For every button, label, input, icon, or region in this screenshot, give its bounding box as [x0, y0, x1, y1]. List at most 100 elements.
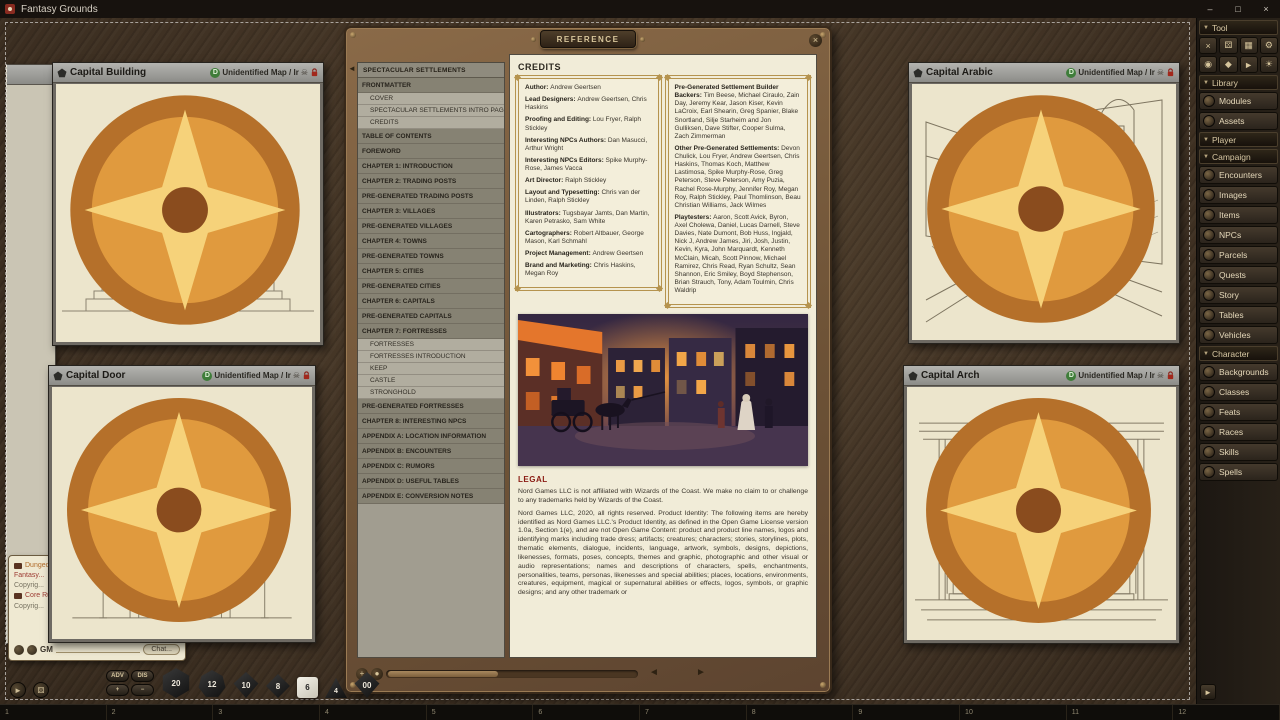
prev-page-button[interactable]: ◄ [649, 667, 659, 678]
nav-item-appendix-d-useful-tables[interactable]: APPENDIX D: USEFUL TABLES [358, 474, 504, 489]
sidebar-item-encounters[interactable]: Encounters [1199, 166, 1278, 184]
nav-item-chapter-8-interesting-npcs[interactable]: CHAPTER 8: INTERESTING NPCS [358, 414, 504, 429]
close-button[interactable]: × [1252, 0, 1280, 18]
sidebar-header-character[interactable]: ▼Character [1199, 346, 1278, 361]
nav-item-chapter-5-cities[interactable]: CHAPTER 5: CITIES [358, 264, 504, 279]
hotbar-slot-7[interactable]: 7 [640, 705, 747, 720]
sidebar-header-campaign[interactable]: ▼Campaign [1199, 149, 1278, 164]
sidebar-item-spells[interactable]: Spells [1199, 463, 1278, 481]
next-page-button[interactable]: ► [696, 667, 706, 678]
sidebar-collapse-button[interactable]: ► [1200, 684, 1216, 700]
sidebar-item-images[interactable]: Images [1199, 186, 1278, 204]
sidebar-item-classes[interactable]: Classes [1199, 383, 1278, 401]
nav-item-fortresses[interactable]: FORTRESSES [358, 339, 504, 351]
close-all-icon[interactable]: × [1199, 37, 1217, 54]
hotbar-slot-4[interactable]: 4 [320, 705, 427, 720]
map-canvas-capital-building[interactable] [56, 84, 320, 342]
nav-item-pre-generated-villages[interactable]: PRE-GENERATED VILLAGES [358, 219, 504, 234]
lock-icon[interactable] [1166, 371, 1175, 380]
nav-item-fortresses-introduction[interactable]: FORTRESSES INTRODUCTION [358, 351, 504, 363]
hotbar-slot-1[interactable]: 1 [0, 705, 107, 720]
nav-item-chapter-2-trading-posts[interactable]: CHAPTER 2: TRADING POSTS [358, 174, 504, 189]
modifier-button-dis[interactable]: DIS [131, 670, 154, 682]
nav-item-foreword[interactable]: FOREWORD [358, 144, 504, 159]
sidebar-item-modules[interactable]: Modules [1199, 92, 1278, 110]
d4-die[interactable]: 4 [325, 678, 347, 698]
hotbar-slot-8[interactable]: 8 [747, 705, 854, 720]
map-window-titlebar[interactable]: Capital Door D Unidentified Map / Ir ☠ [49, 366, 315, 386]
chat-mode-pill[interactable]: Chat... [143, 644, 180, 655]
modifier-button-[interactable]: − [131, 684, 154, 696]
sidebar-item-vehicles[interactable]: Vehicles [1199, 326, 1278, 344]
nav-item-chapter-4-towns[interactable]: CHAPTER 4: TOWNS [358, 234, 504, 249]
nav-item-pre-generated-cities[interactable]: PRE-GENERATED CITIES [358, 279, 504, 294]
reference-window[interactable]: REFERENCE × ◄ SPECTACULAR SETTLEMENTS FR… [344, 26, 832, 694]
hotbar-slot-11[interactable]: 11 [1067, 705, 1174, 720]
pointer-icon[interactable]: ► [1240, 56, 1258, 73]
chat-bubble-icon[interactable] [14, 645, 24, 655]
lock-icon[interactable] [310, 68, 319, 77]
map-window-capital-arabic[interactable]: Capital Arabic D Unidentified Map / Ir ☠ [908, 62, 1180, 344]
calendar-icon[interactable]: ▦ [1240, 37, 1258, 54]
hotbar-slot-6[interactable]: 6 [533, 705, 640, 720]
whisper-icon[interactable] [27, 645, 37, 655]
nav-item-frontmatter[interactable]: FRONTMATTER [358, 78, 504, 93]
nav-item-chapter-6-capitals[interactable]: CHAPTER 6: CAPITALS [358, 294, 504, 309]
nav-item-castle[interactable]: CASTLE [358, 375, 504, 387]
nav-collapse-button[interactable]: ◄ [348, 64, 356, 73]
hotbar-slot-12[interactable]: 12 [1173, 705, 1280, 720]
nav-item-chapter-3-villages[interactable]: CHAPTER 3: VILLAGES [358, 204, 504, 219]
map-canvas-capital-arabic[interactable] [912, 84, 1176, 340]
horizontal-scrollbar[interactable] [386, 670, 638, 678]
sidebar-item-races[interactable]: Races [1199, 423, 1278, 441]
nav-item-cover[interactable]: COVER [358, 93, 504, 105]
sidebar-item-skills[interactable]: Skills [1199, 443, 1278, 461]
sidebar-item-parcels[interactable]: Parcels [1199, 246, 1278, 264]
reference-page[interactable]: CREDITS Author: Andrew GeertsenLead Desi… [509, 54, 817, 658]
sidebar-item-items[interactable]: Items [1199, 206, 1278, 224]
reference-plaque[interactable]: REFERENCE [540, 30, 636, 48]
options-icon[interactable]: ⚙ [1260, 37, 1278, 54]
map-compass-icon[interactable] [907, 387, 1173, 637]
hotbar-slot-2[interactable]: 2 [107, 705, 214, 720]
chat-entry-row[interactable]: GM Chat... [14, 643, 180, 656]
d100-die[interactable]: 00 [354, 672, 380, 698]
map-window-capital-door[interactable]: Capital Door D Unidentified Map / Ir ☠ [48, 365, 316, 643]
map-compass-icon[interactable] [52, 387, 309, 636]
sidebar-item-feats[interactable]: Feats [1199, 403, 1278, 421]
lock-icon[interactable] [302, 371, 311, 380]
d8-die[interactable]: 8 [266, 674, 290, 698]
map-window-capital-arch[interactable]: Capital Arch D Unidentified Map / Ir ☠ [903, 365, 1180, 644]
d12-die[interactable]: 12 [198, 670, 226, 698]
sidebar-header-library[interactable]: ▼Library [1199, 75, 1278, 90]
targeting-icon[interactable]: ◉ [1199, 56, 1217, 73]
dice-tool-button[interactable]: ⚄ [33, 682, 49, 698]
nav-item-chapter-1-introduction[interactable]: CHAPTER 1: INTRODUCTION [358, 159, 504, 174]
sidebar-item-quests[interactable]: Quests [1199, 266, 1278, 284]
sidebar-item-story[interactable]: Story [1199, 286, 1278, 304]
sidebar-item-backgrounds[interactable]: Backgrounds [1199, 363, 1278, 381]
nav-item-appendix-a-location-information[interactable]: APPENDIX A: LOCATION INFORMATION [358, 429, 504, 444]
nav-item-appendix-b-encounters[interactable]: APPENDIX B: ENCOUNTERS [358, 444, 504, 459]
nav-item-spectacular-settlements-intro-page[interactable]: SPECTACULAR SETTLEMENTS INTRO PAGE [358, 105, 504, 117]
map-window-titlebar[interactable]: Capital Building D Unidentified Map / Ir… [53, 63, 323, 83]
nav-item-credits[interactable]: CREDITS [358, 117, 504, 129]
nav-item-appendix-c-rumors[interactable]: APPENDIX C: RUMORS [358, 459, 504, 474]
nav-item-appendix-e-conversion-notes[interactable]: APPENDIX E: CONVERSION NOTES [358, 489, 504, 504]
map-canvas-capital-door[interactable] [52, 387, 312, 639]
window-titlebar[interactable]: Fantasy Grounds – □ × [0, 0, 1280, 18]
nav-item-pre-generated-trading-posts[interactable]: PRE-GENERATED TRADING POSTS [358, 189, 504, 204]
reference-close-button[interactable]: × [809, 34, 822, 47]
hotbar-slot-10[interactable]: 10 [960, 705, 1067, 720]
nav-item-pre-generated-capitals[interactable]: PRE-GENERATED CAPITALS [358, 309, 504, 324]
nav-item-pre-generated-fortresses[interactable]: PRE-GENERATED FORTRESSES [358, 399, 504, 414]
sidebar-header-tool[interactable]: ▼Tool [1199, 20, 1278, 35]
d6-die[interactable]: 6 [297, 677, 318, 698]
nav-item-stronghold[interactable]: STRONGHOLD [358, 387, 504, 399]
hotbar-slot-3[interactable]: 3 [213, 705, 320, 720]
sidebar-item-assets[interactable]: Assets [1199, 112, 1278, 130]
background-window-titlebar[interactable] [7, 65, 55, 85]
d10-die[interactable]: 10 [233, 672, 259, 698]
hotbar-slot-5[interactable]: 5 [427, 705, 534, 720]
lock-icon[interactable] [1166, 68, 1175, 77]
